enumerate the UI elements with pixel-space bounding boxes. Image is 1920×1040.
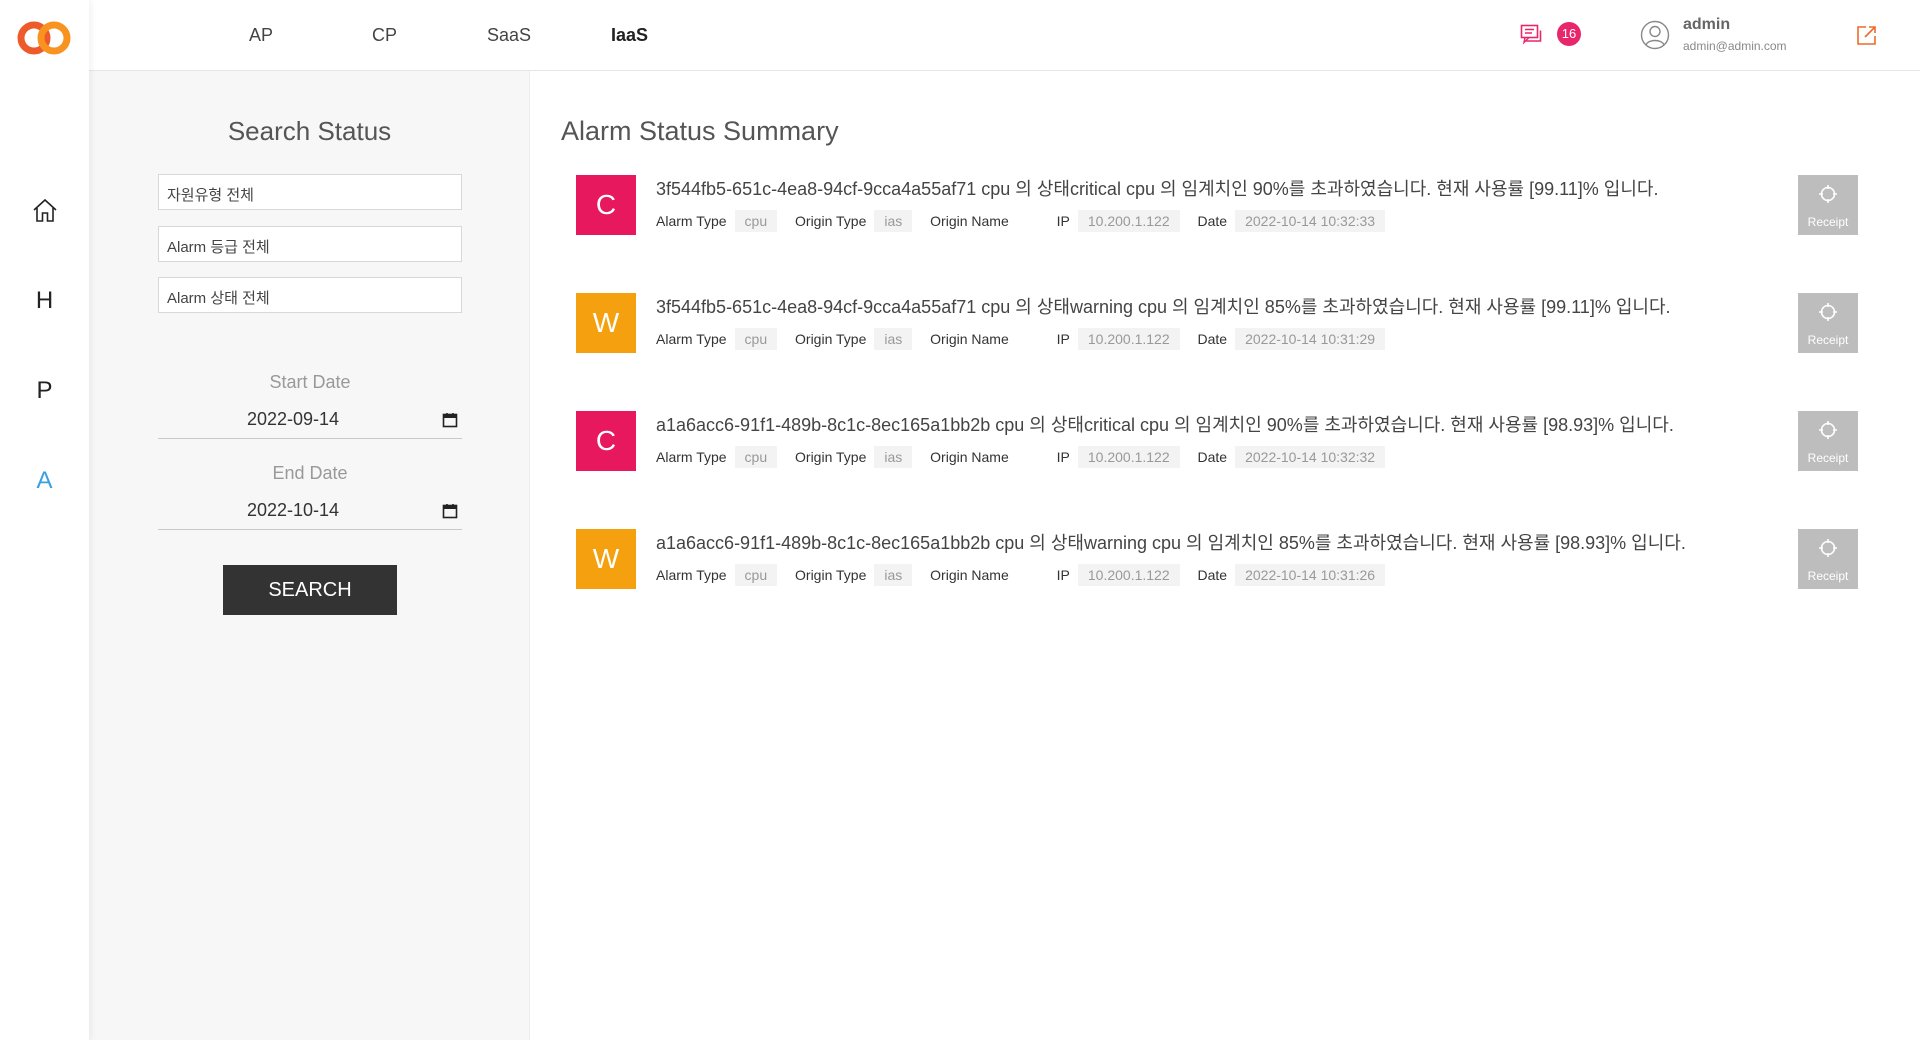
origin-type-label: Origin Type [795, 331, 867, 347]
alarm-message: a1a6acc6-91f1-489b-8c1c-8ec165a1bb2b cpu… [656, 415, 1674, 435]
alarm-message: a1a6acc6-91f1-489b-8c1c-8ec165a1bb2b cpu… [656, 533, 1686, 553]
user-email: admin@admin.com [1683, 39, 1787, 53]
origin-name-label: Origin Name [930, 449, 1009, 465]
end-date-label: End Date [272, 463, 348, 483]
ip-label: IP [1056, 213, 1070, 229]
end-date-value: 2022-10-14 [246, 500, 340, 520]
ip-value: 10.200.1.122 [1077, 210, 1180, 232]
ip-label: IP [1056, 449, 1070, 465]
origin-type-value: ias [874, 328, 913, 350]
alarm-type-value: cpu [734, 446, 778, 468]
origin-name-label: Origin Name [930, 213, 1009, 229]
tab-cp[interactable]: CP [372, 25, 397, 46]
top-header: AP CP SaaS IaaS 16 admin admin@admin.com [89, 0, 1920, 71]
date-label: Date [1197, 449, 1228, 465]
alarm-type-label: Alarm Type [656, 567, 727, 583]
alarm-row: W a1a6acc6-91f1-489b-8c1c-8ec165a1bb2b c… [576, 529, 1858, 589]
tab-saas[interactable]: SaaS [487, 25, 531, 46]
end-date-input[interactable]: 2022-10-14 [158, 494, 462, 530]
alarm-message: 3f544fb5-651c-4ea8-94cf-9cca4a55af71 cpu… [656, 179, 1659, 199]
alarm-level-badge: W [576, 529, 636, 589]
alarm-message: 3f544fb5-651c-4ea8-94cf-9cca4a55af71 cpu… [656, 297, 1671, 317]
sidebar-item-h[interactable]: H [0, 287, 89, 315]
tab-ap[interactable]: AP [249, 25, 273, 46]
alarm-meta: Alarm Type cpu Origin Type ias Origin Name… [656, 210, 1386, 232]
receipt-button[interactable]: Receipt [1798, 529, 1858, 589]
user-name: admin [1683, 16, 1731, 33]
alarm-type-value: cpu [734, 328, 778, 350]
search-panel: Search Status 자원유형 전체 Alarm 등급 전체 Alarm … [89, 71, 530, 1040]
date-value: 2022-10-14 10:31:29 [1235, 328, 1386, 350]
alarm-row: W 3f544fb5-651c-4ea8-94cf-9cca4a55af71 c… [576, 293, 1858, 353]
crosshair-icon [1819, 539, 1837, 557]
alarm-level-badge: C [576, 175, 636, 235]
crosshair-icon [1819, 303, 1837, 321]
sidebar: H P A [0, 0, 89, 1040]
notification-badge[interactable]: 16 [1557, 22, 1581, 46]
alarm-level-select[interactable]: Alarm 등급 전체 [158, 226, 462, 262]
search-title: Search Status [227, 116, 392, 146]
resource-type-select[interactable]: 자원유형 전체 [158, 174, 462, 210]
receipt-label: Receipt [1807, 569, 1849, 583]
receipt-label: Receipt [1807, 333, 1849, 347]
alarm-type-label: Alarm Type [656, 213, 727, 229]
alarm-type-value: cpu [734, 210, 778, 232]
ip-label: IP [1056, 567, 1070, 583]
chat-icon[interactable] [1520, 24, 1544, 46]
alarm-status-select[interactable]: Alarm 상태 전체 [158, 277, 462, 313]
alarm-meta: Alarm Type cpu Origin Type ias Origin Name… [656, 564, 1386, 586]
ip-value: 10.200.1.122 [1077, 328, 1180, 350]
sidebar-item-home[interactable] [0, 196, 89, 228]
receipt-button[interactable]: Receipt [1798, 411, 1858, 471]
receipt-label: Receipt [1807, 451, 1849, 465]
user-avatar-icon[interactable] [1640, 20, 1670, 50]
search-button[interactable]: SEARCH [223, 565, 397, 615]
date-value: 2022-10-14 10:31:26 [1235, 564, 1386, 586]
sidebar-item-p[interactable]: P [0, 377, 89, 405]
origin-name-label: Origin Name [930, 331, 1009, 347]
start-date-input[interactable]: 2022-09-14 [158, 403, 462, 439]
logo-icon[interactable] [16, 20, 74, 56]
ip-value: 10.200.1.122 [1077, 564, 1180, 586]
tab-iaas[interactable]: IaaS [611, 25, 648, 46]
alarm-type-label: Alarm Type [656, 449, 727, 465]
alarm-row: C a1a6acc6-91f1-489b-8c1c-8ec165a1bb2b c… [576, 411, 1858, 471]
date-value: 2022-10-14 10:32:32 [1235, 446, 1386, 468]
origin-type-label: Origin Type [795, 567, 867, 583]
receipt-button[interactable]: Receipt [1798, 175, 1858, 235]
alarm-meta: Alarm Type cpu Origin Type ias Origin Name… [656, 446, 1386, 468]
alarm-level-badge: W [576, 293, 636, 353]
origin-type-value: ias [874, 564, 913, 586]
logout-icon[interactable] [1856, 24, 1878, 46]
ip-label: IP [1056, 331, 1070, 347]
crosshair-icon [1819, 185, 1837, 203]
origin-type-value: ias [874, 446, 913, 468]
home-icon [32, 198, 57, 222]
origin-name-label: Origin Name [930, 567, 1009, 583]
receipt-button[interactable]: Receipt [1798, 293, 1858, 353]
page-title: Alarm Status Summary [561, 116, 839, 146]
calendar-icon[interactable] [442, 503, 458, 519]
alarm-level-badge: C [576, 411, 636, 471]
alarm-row: C 3f544fb5-651c-4ea8-94cf-9cca4a55af71 c… [576, 175, 1858, 235]
calendar-icon[interactable] [442, 412, 458, 428]
alarm-type-value: cpu [734, 564, 778, 586]
crosshair-icon [1819, 421, 1837, 439]
start-date-value: 2022-09-14 [246, 409, 340, 429]
origin-type-label: Origin Type [795, 213, 867, 229]
date-label: Date [1197, 213, 1228, 229]
origin-type-label: Origin Type [795, 449, 867, 465]
ip-value: 10.200.1.122 [1077, 446, 1180, 468]
alarm-meta: Alarm Type cpu Origin Type ias Origin Name… [656, 328, 1386, 350]
alarm-type-label: Alarm Type [656, 331, 727, 347]
sidebar-item-a[interactable]: A [0, 467, 89, 495]
date-label: Date [1197, 331, 1228, 347]
origin-type-value: ias [874, 210, 913, 232]
date-label: Date [1197, 567, 1228, 583]
start-date-label: Start Date [269, 372, 351, 392]
date-value: 2022-10-14 10:32:33 [1235, 210, 1386, 232]
receipt-label: Receipt [1807, 215, 1849, 229]
alarm-summary-panel: Alarm Status Summary C 3f544fb5-651c-4ea… [531, 71, 1881, 1040]
